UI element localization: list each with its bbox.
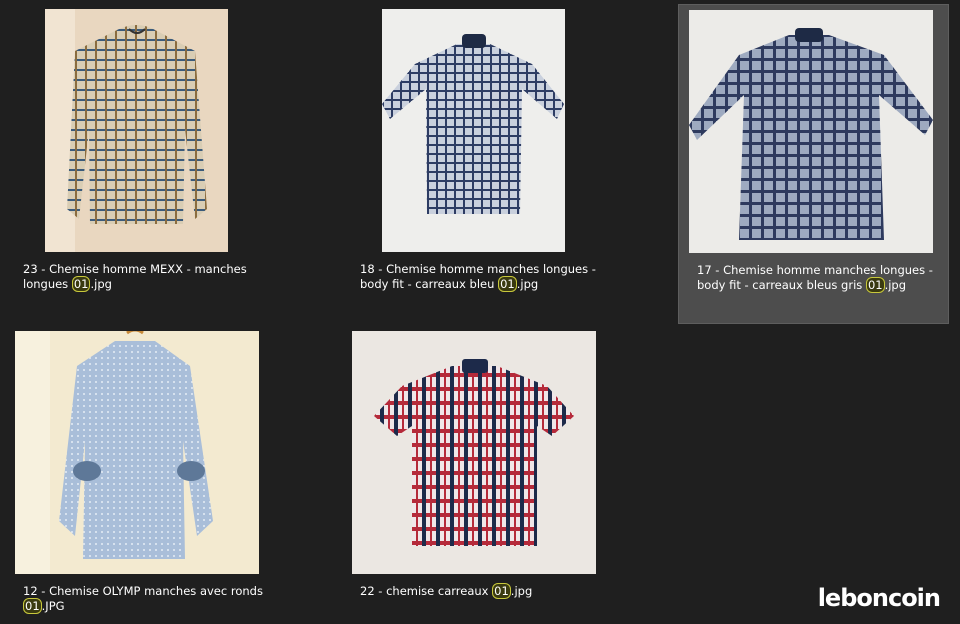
file-extension: .jpg bbox=[516, 277, 539, 291]
file-extension: .JPG bbox=[41, 599, 65, 613]
file-name-line1: 23 - Chemise homme MEXX - manches bbox=[23, 262, 247, 276]
search-match-highlight: 01 bbox=[71, 276, 91, 292]
thumbnail-shirt-body-fit-gris[interactable] bbox=[689, 10, 933, 253]
file-tile-body-fit-gris[interactable]: 17 - Chemise homme manches longues - bod… bbox=[678, 4, 949, 324]
file-extension: .jpg bbox=[90, 277, 112, 291]
file-grid: 23 - Chemise homme MEXX - manches longue… bbox=[0, 0, 960, 624]
file-name-line1: 12 - Chemise OLYMP manches avec ronds bbox=[23, 584, 263, 598]
file-tile-carreaux[interactable]: 22 - chemise carreaux 01 .jpg bbox=[342, 326, 604, 622]
search-match-highlight: 01 bbox=[865, 277, 885, 293]
thumbnail-shirt-carreaux[interactable] bbox=[352, 331, 596, 574]
thumbnail-shirt-mexx[interactable] bbox=[45, 9, 228, 252]
file-name-line2: body fit - carreaux bleu bbox=[360, 277, 499, 291]
file-name-line2: longues bbox=[23, 277, 72, 291]
leboncoin-watermark: leboncoin bbox=[817, 584, 941, 612]
thumbnail-shirt-body-fit-bleu[interactable] bbox=[382, 9, 565, 252]
file-name-line1: 17 - Chemise homme manches longues - bbox=[697, 263, 933, 277]
file-tile-mexx[interactable]: 23 - Chemise homme MEXX - manches longue… bbox=[14, 4, 276, 324]
file-name-line2: body fit - carreaux bleus gris bbox=[697, 278, 866, 292]
search-match-highlight: 01 bbox=[23, 598, 42, 614]
search-match-highlight: 01 bbox=[492, 583, 511, 599]
file-extension: .jpg bbox=[510, 584, 533, 598]
file-name-line1: 18 - Chemise homme manches longues - bbox=[360, 262, 596, 276]
search-match-highlight: 01 bbox=[498, 276, 517, 292]
thumbnail-shirt-olymp[interactable] bbox=[15, 331, 259, 574]
file-tile-body-fit-bleu[interactable]: 18 - Chemise homme manches longues - bod… bbox=[342, 4, 604, 324]
file-tile-olymp[interactable]: 12 - Chemise OLYMP manches avec ronds 01… bbox=[4, 326, 276, 622]
file-extension: .jpg bbox=[884, 278, 907, 292]
file-name: 22 - chemise carreaux bbox=[360, 584, 493, 598]
